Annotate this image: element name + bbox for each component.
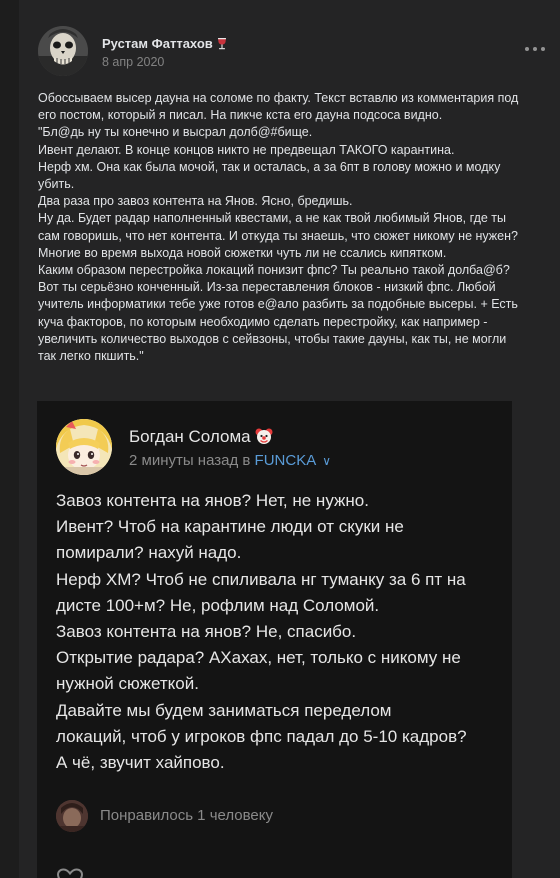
wine-glass-icon [217,38,226,50]
screenshot-text-line: Завоз контента на янов? Не, спасибо. [56,622,357,642]
post-text-line: его постом, который я писал. На пикче кс… [38,108,443,123]
screenshot-text-line: дисте 100+м? Не, рофлим над Соломой. [56,595,380,615]
screenshot-text-line: локаций, чтоб у игроков фпс падал до 5-1… [56,726,467,746]
post-text-line: сам говоришь, что нет контента. И откуда… [38,228,518,243]
screenshot-meta: 2 минуты назад в FUNCKA ∨ [129,452,331,469]
author-avatar[interactable] [38,26,88,76]
likes-text: Понравилось 1 человеку [100,807,273,824]
screenshot-text-line: А чё, звучит хайпово. [56,753,225,773]
screenshot-group: FUNCKA [254,452,317,469]
chevron-down-icon: ∨ [322,454,332,468]
screenshot-author-name: Богдан Солома [129,427,251,446]
post-text-line: увеличить количество выходов с сейвзоны,… [38,331,507,346]
post-text-line: "Бл@дь ну ты конечно и высрал долб@#бище… [38,125,313,140]
post-header: Рустам Фаттахов 8 апр 2020 [19,0,560,88]
screenshot-time: 2 минуты назад в [129,452,251,469]
liker-avatar [56,800,88,832]
attached-screenshot[interactable]: Богдан Солома 2 минуты назад в FUNCKA ∨ З… [37,401,512,878]
wall-post: Рустам Фаттахов 8 апр 2020 Обоссываем вы… [19,0,560,878]
screenshot-text-line: нужной сюжеткой. [56,674,199,694]
screenshot-text-line: помирали? нахуй надо. [56,543,242,563]
author-name-row: Рустам Фаттахов [102,36,228,51]
post-text-line: Нерф хм. Она как была мочой, так и остал… [38,159,501,174]
post-text-line: Ивент делают. В конце концов никто не пр… [38,142,455,157]
screenshot-author-avatar [56,419,112,475]
author-name[interactable]: Рустам Фаттахов [102,36,213,51]
post-text-line: Обоссываем высер дауна на соломе по факт… [38,91,519,105]
post-text-line: Вот ты серьёзно конченный. Из-за переста… [38,280,496,295]
more-dots-icon[interactable] [524,43,546,55]
screenshot-text-line: Ивент? Чтоб на карантине люди от скуки н… [56,517,404,537]
screenshot-author-name-row: Богдан Солома [129,427,273,447]
screenshot-text-line: Нерф ХМ? Чтоб не спиливала нг туманку за… [56,569,466,589]
screenshot-comment-text: Завоз контента на янов? Нет, не нужно. И… [56,488,506,776]
screenshot-text-line: Завоз контента на янов? Нет, не нужно. [56,491,369,510]
screenshot-text-line: Открытие радара? АХахах, нет, только с н… [56,648,461,668]
post-text-line: учитель информатики тебе уже готов е@ало… [38,297,518,312]
post-date[interactable]: 8 апр 2020 [102,55,164,69]
post-text-line: так легко пкшить." [38,349,144,364]
post-text-line: куча факторов, по которым необходимо сде… [38,314,488,329]
post-text-line: Два раза про завоз контента на Янов. Ясн… [38,194,353,209]
post-text-line: убить. [38,177,75,192]
post-text: Обоссываем высер дауна на соломе по факт… [38,90,558,365]
heart-outline-icon [56,868,84,878]
post-text-line: Ну да. Будет радар наполненный квестами,… [38,211,506,226]
post-text-line: Многие во время выхода новой сюжетки чут… [38,245,447,260]
post-text-line: Каким образом перестройка локаций понизи… [38,263,510,278]
clown-face-icon [255,428,273,444]
screenshot-text-line: Давайте мы будем заниматься переделом [56,700,392,720]
